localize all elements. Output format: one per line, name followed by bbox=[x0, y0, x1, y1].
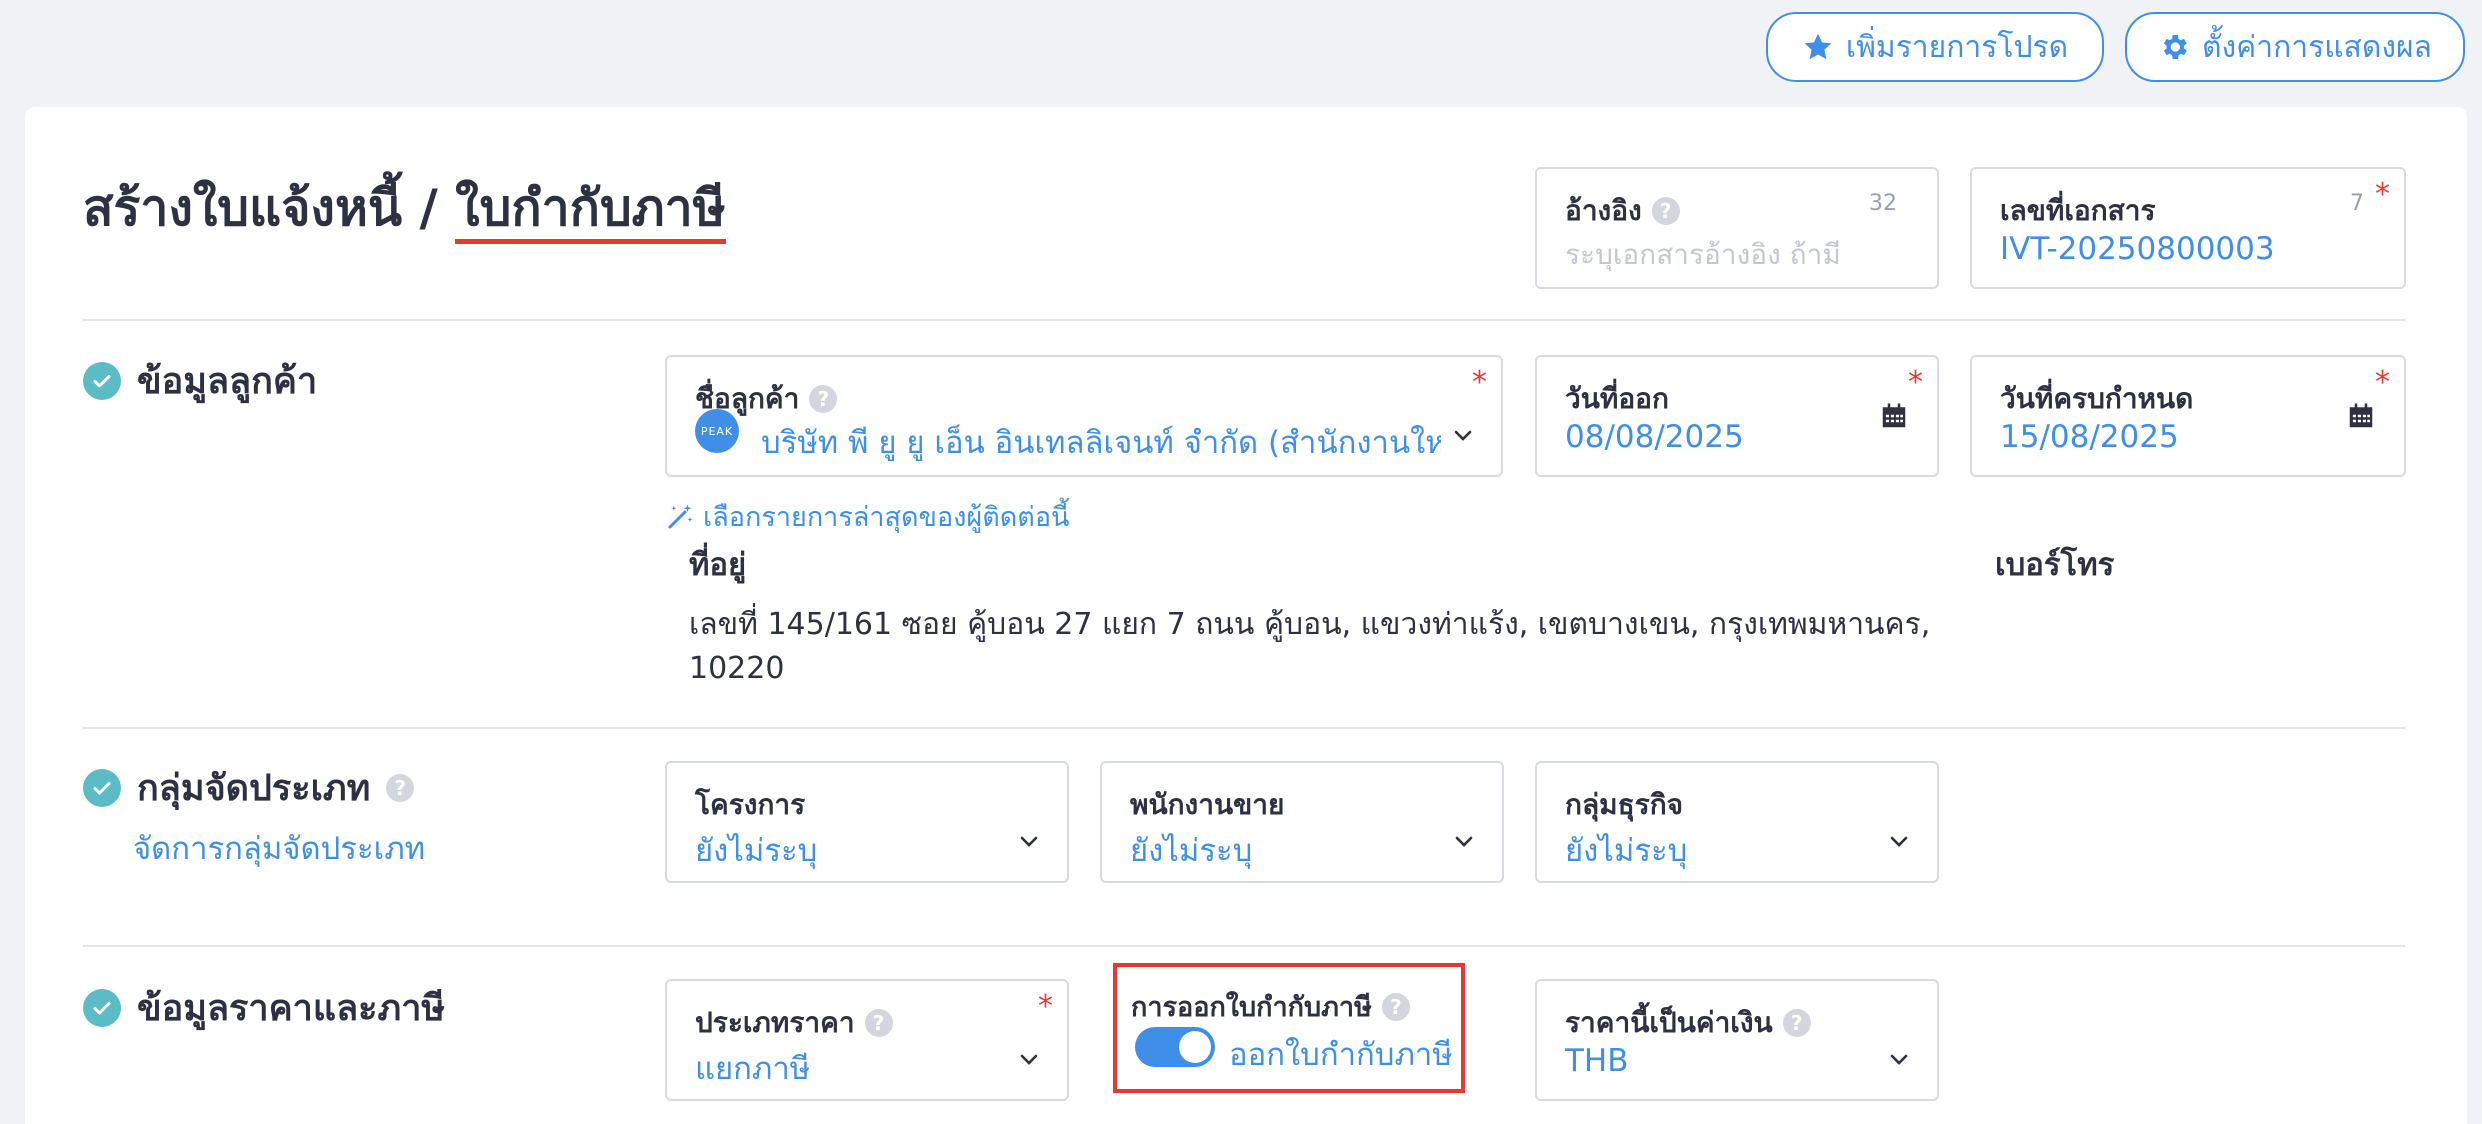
business-label: กลุ่มธุรกิจ bbox=[1565, 788, 1684, 821]
invoice-form-card: สร้างใบแจ้งหนี้ / ใบกำกับภาษี อ้างอิง ? … bbox=[25, 107, 2467, 1124]
price-type-select[interactable]: ประเภทราคา ? * แยกภาษี bbox=[665, 979, 1069, 1101]
address-line-1: เลขที่ 145/161 ซอย คู้บอน 27 แยก 7 ถนน ค… bbox=[689, 607, 1931, 642]
chevron-down-icon[interactable] bbox=[1451, 423, 1475, 447]
tax-invoice-toggle-group: การออกใบกำกับภาษี ? ออกใบกำกับภาษี bbox=[1113, 963, 1465, 1093]
gear-icon bbox=[2163, 35, 2187, 59]
divider bbox=[83, 945, 2405, 947]
tax-section-header: ข้อมูลราคาและภาษี bbox=[83, 979, 445, 1036]
help-icon[interactable]: ? bbox=[1782, 1009, 1811, 1037]
customer-section-header: ข้อมูลลูกค้า bbox=[83, 352, 317, 409]
customer-avatar: PEAK bbox=[695, 409, 739, 453]
help-icon[interactable]: ? bbox=[1381, 992, 1410, 1021]
help-icon[interactable]: ? bbox=[1651, 197, 1680, 225]
doc-number-counter: 7 bbox=[2350, 191, 2364, 216]
phone-label: เบอร์โทร bbox=[1995, 547, 2115, 583]
tax-section-title: ข้อมูลราคาและภาษี bbox=[137, 988, 446, 1029]
help-icon[interactable]: ? bbox=[386, 773, 415, 802]
doc-number-label: เลขที่เอกสาร bbox=[2000, 194, 2156, 227]
check-icon bbox=[83, 361, 121, 400]
reference-label: อ้างอิง bbox=[1565, 194, 1642, 227]
tax-invoice-label: การออกใบกำกับภาษี bbox=[1131, 992, 1372, 1023]
sales-value: ยังไม่ระบุ bbox=[1130, 833, 1253, 869]
currency-label: ราคานี้เป็นค่าเงิน bbox=[1565, 1006, 1773, 1039]
required-marker: * bbox=[1472, 365, 1487, 400]
display-settings-label: ตั้งค่าการแสดงผล bbox=[2202, 29, 2432, 65]
issue-date-label: วันที่ออก bbox=[1565, 382, 1669, 415]
tax-invoice-toggle-label: ออกใบกำกับภาษี bbox=[1229, 1037, 1453, 1073]
issue-date-field[interactable]: วันที่ออก * 08/08/2025 bbox=[1535, 355, 1939, 477]
display-settings-button[interactable]: ตั้งค่าการแสดงผล bbox=[2125, 12, 2465, 82]
currency-select[interactable]: ราคานี้เป็นค่าเงิน ? THB bbox=[1535, 979, 1939, 1101]
toggle-knob bbox=[1179, 1031, 1211, 1063]
doc-number-label-row: เลขที่เอกสาร bbox=[2000, 189, 2156, 233]
business-label-row: กลุ่มธุรกิจ bbox=[1565, 783, 1683, 827]
customer-value: บริษัท พี ยู ยู เอ็น อินเทลลิเจนท์ จำกัด… bbox=[761, 425, 1441, 461]
due-date-input[interactable]: 15/08/2025 bbox=[2000, 419, 2179, 455]
recent-contact-label: เลือกรายการล่าสุดของผู้ติดต่อนี้ bbox=[703, 502, 1070, 533]
recent-contact-link[interactable]: เลือกรายการล่าสุดของผู้ติดต่อนี้ bbox=[665, 495, 1070, 538]
issue-date-input[interactable]: 08/08/2025 bbox=[1565, 419, 1744, 455]
divider bbox=[83, 727, 2405, 729]
check-icon bbox=[83, 768, 121, 807]
help-icon[interactable]: ? bbox=[864, 1009, 893, 1037]
sales-label-row: พนักงานขาย bbox=[1130, 783, 1284, 827]
due-date-label: วันที่ครบกำหนด bbox=[2000, 382, 2194, 415]
chevron-down-icon[interactable] bbox=[1017, 1047, 1041, 1071]
required-marker: * bbox=[1908, 365, 1923, 400]
calendar-icon[interactable] bbox=[2346, 401, 2376, 431]
check-icon bbox=[83, 988, 121, 1027]
project-select[interactable]: โครงการ ยังไม่ระบุ bbox=[665, 761, 1069, 883]
page-title-prefix: สร้างใบแจ้งหนี้ / bbox=[83, 179, 456, 237]
issue-date-label-row: วันที่ออก bbox=[1565, 377, 1669, 421]
reference-field[interactable]: อ้างอิง ? 32 ระบุเอกสารอ้างอิง ถ้ามี bbox=[1535, 167, 1939, 289]
reference-label-row: อ้างอิง ? bbox=[1565, 189, 1680, 233]
add-favorite-button[interactable]: เพิ่มรายการโปรด bbox=[1766, 12, 2104, 82]
document-number-field[interactable]: เลขที่เอกสาร 7 * IVT-20250800003 bbox=[1970, 167, 2406, 289]
reference-input[interactable]: ระบุเอกสารอ้างอิง ถ้ามี bbox=[1565, 233, 1841, 277]
price-type-label: ประเภทราคา bbox=[695, 1006, 855, 1039]
price-type-value: แยกภาษี bbox=[695, 1051, 811, 1087]
required-marker: * bbox=[2375, 177, 2390, 212]
customer-select[interactable]: ชื่อลูกค้า ? * PEAK บริษัท พี ยู ยู เอ็น… bbox=[665, 355, 1503, 477]
chevron-down-icon[interactable] bbox=[1887, 829, 1911, 853]
due-date-field[interactable]: วันที่ครบกำหนด * 15/08/2025 bbox=[1970, 355, 2406, 477]
currency-value: THB bbox=[1565, 1043, 1629, 1079]
calendar-icon[interactable] bbox=[1879, 401, 1909, 431]
project-label-row: โครงการ bbox=[695, 783, 805, 827]
address-label: ที่อยู่ bbox=[689, 547, 747, 583]
salesperson-select[interactable]: พนักงานขาย ยังไม่ระบุ bbox=[1100, 761, 1504, 883]
star-icon bbox=[1804, 33, 1832, 60]
manage-category-link[interactable]: จัดการกลุ่มจัดประเภท bbox=[133, 823, 425, 873]
business-group-select[interactable]: กลุ่มธุรกิจ ยังไม่ระบุ bbox=[1535, 761, 1939, 883]
add-favorite-label: เพิ่มรายการโปรด bbox=[1845, 29, 2069, 65]
magic-wand-icon bbox=[668, 504, 693, 528]
page-title-highlight: ใบกำกับภาษี bbox=[455, 179, 726, 244]
required-marker: * bbox=[1038, 989, 1053, 1024]
chevron-down-icon[interactable] bbox=[1887, 1047, 1911, 1071]
currency-label-row: ราคานี้เป็นค่าเงิน ? bbox=[1565, 1001, 1811, 1045]
business-value: ยังไม่ระบุ bbox=[1565, 833, 1688, 869]
address-line-2: 10220 bbox=[689, 651, 785, 686]
chevron-down-icon[interactable] bbox=[1017, 829, 1041, 853]
price-type-label-row: ประเภทราคา ? bbox=[695, 1001, 893, 1045]
required-marker: * bbox=[2375, 365, 2390, 400]
doc-number-input[interactable]: IVT-20250800003 bbox=[2000, 231, 2275, 267]
chevron-down-icon[interactable] bbox=[1452, 829, 1476, 853]
sales-label: พนักงานขาย bbox=[1130, 788, 1285, 821]
category-section-header: กลุ่มจัดประเภท ? bbox=[83, 759, 415, 816]
page-title: สร้างใบแจ้งหนี้ / ใบกำกับภาษี bbox=[83, 169, 726, 248]
divider bbox=[83, 319, 2405, 321]
due-date-label-row: วันที่ครบกำหนด bbox=[2000, 377, 2193, 421]
help-icon[interactable]: ? bbox=[809, 385, 838, 413]
project-value: ยังไม่ระบุ bbox=[695, 833, 818, 869]
project-label: โครงการ bbox=[695, 788, 806, 821]
customer-section-title: ข้อมูลลูกค้า bbox=[137, 361, 318, 402]
tax-invoice-toggle[interactable] bbox=[1135, 1027, 1215, 1067]
tax-invoice-label-row: การออกใบกำกับภาษี ? bbox=[1131, 985, 1410, 1028]
reference-counter: 32 bbox=[1869, 191, 1897, 216]
category-section-title: กลุ่มจัดประเภท bbox=[137, 768, 371, 809]
